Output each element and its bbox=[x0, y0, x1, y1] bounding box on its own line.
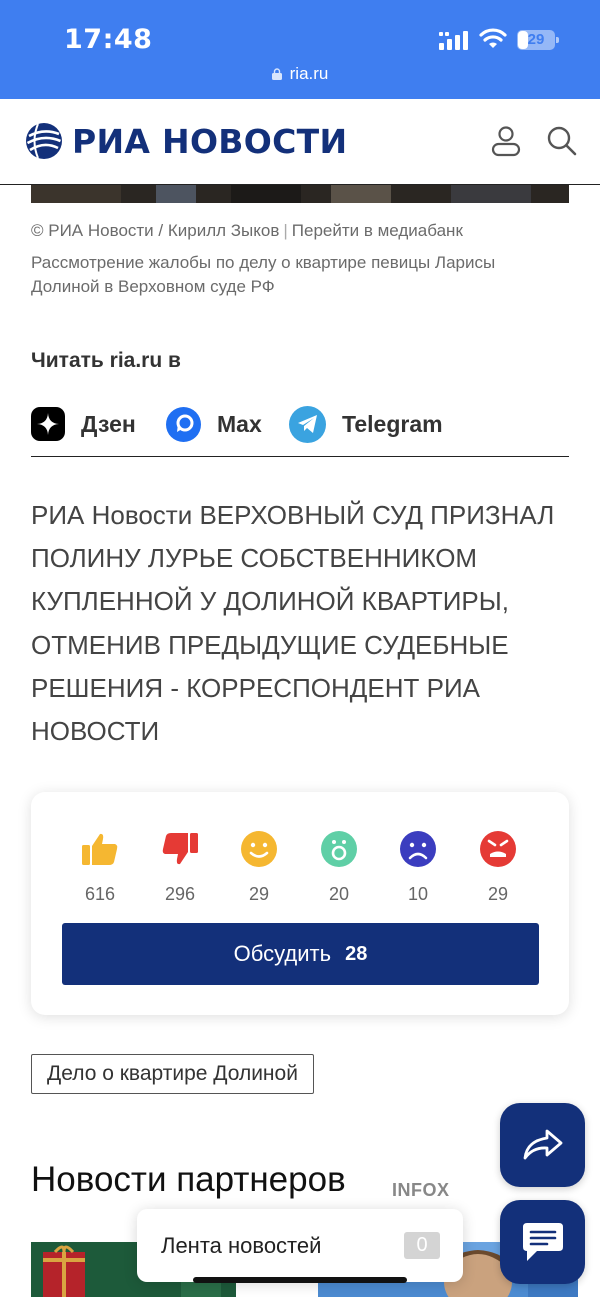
reaction-count: 29 bbox=[248, 884, 270, 904]
dzen-icon bbox=[31, 407, 65, 441]
address-bar[interactable]: ria.ru bbox=[0, 64, 600, 84]
logo-wordmark: РИА НОВОСТИ bbox=[72, 121, 348, 161]
channel-telegram[interactable]: Telegram bbox=[289, 405, 443, 443]
ria-globe-icon bbox=[26, 123, 62, 159]
reaction-like[interactable]: 616 bbox=[70, 830, 130, 905]
wifi-icon bbox=[479, 28, 507, 48]
sad-icon bbox=[399, 830, 437, 868]
story-tag[interactable]: Дело о квартире Долиной bbox=[31, 1054, 314, 1094]
home-indicator bbox=[193, 1277, 407, 1283]
channel-links: Дзен Max Telegram bbox=[31, 405, 569, 457]
partners-title: Новости партнеров bbox=[31, 1160, 346, 1199]
chat-button[interactable] bbox=[500, 1200, 585, 1284]
share-icon bbox=[523, 1129, 562, 1160]
read-in-title: Читать ria.ru в bbox=[31, 349, 181, 372]
status-time: 17:48 bbox=[64, 24, 153, 55]
reaction-dislike[interactable]: 296 bbox=[150, 830, 210, 905]
channel-label: Telegram bbox=[342, 410, 443, 437]
partners-source[interactable]: INFOX bbox=[392, 1180, 450, 1201]
news-feed-button[interactable]: Лента новостей 0 bbox=[137, 1209, 463, 1282]
cellular-signal-icon bbox=[439, 31, 468, 50]
mediabank-link[interactable]: Перейти в медиабанк bbox=[292, 221, 463, 240]
reaction-count: 29 bbox=[487, 884, 509, 904]
battery-level: 29 bbox=[527, 31, 545, 48]
reaction-surprised[interactable]: 20 bbox=[309, 830, 369, 905]
status-bar: 17:48 29 ria.ru bbox=[0, 0, 600, 99]
surprised-icon bbox=[320, 830, 358, 868]
article-photo[interactable] bbox=[31, 185, 569, 203]
reaction-sad[interactable]: 10 bbox=[388, 830, 448, 905]
channel-dzen[interactable]: Дзен bbox=[31, 406, 136, 442]
channel-max[interactable]: Max bbox=[166, 406, 262, 442]
max-icon bbox=[166, 406, 201, 442]
search-icon[interactable] bbox=[546, 125, 578, 157]
chat-icon bbox=[522, 1223, 563, 1261]
reactions-card: 616 296 29 20 10 29 Обсудить 28 bbox=[31, 792, 569, 1015]
reaction-smile[interactable]: 29 bbox=[229, 830, 289, 905]
channel-label: Max bbox=[217, 410, 262, 437]
news-feed-label: Лента новостей bbox=[161, 1233, 322, 1258]
channel-label: Дзен bbox=[81, 410, 136, 437]
lock-icon bbox=[271, 68, 282, 80]
discuss-count: 28 bbox=[345, 942, 368, 965]
discuss-label: Обсудить bbox=[233, 941, 332, 966]
user-icon[interactable] bbox=[490, 125, 522, 157]
share-button[interactable] bbox=[500, 1103, 585, 1187]
reaction-count: 296 bbox=[164, 884, 196, 904]
photo-credit-text: © РИА Новости / Кирилл Зыков bbox=[31, 221, 280, 240]
reaction-count: 616 bbox=[84, 884, 116, 904]
discuss-button[interactable]: Обсудить 28 bbox=[62, 923, 539, 985]
article-lead: РИА Новости ВЕРХОВНЫЙ СУД ПРИЗНАЛ ПОЛИНУ… bbox=[31, 500, 555, 747]
thumbs-up-icon bbox=[81, 830, 119, 868]
photo-caption: Рассмотрение жалобы по делу о квартире п… bbox=[31, 253, 496, 296]
photo-credit: © РИА Новости / Кирилл Зыков | Перейти в м… bbox=[31, 221, 463, 240]
url-text: ria.ru bbox=[289, 64, 329, 83]
news-feed-count: 0 bbox=[404, 1232, 440, 1259]
thumbs-down-icon bbox=[161, 830, 199, 868]
telegram-icon bbox=[289, 405, 326, 443]
angry-icon bbox=[479, 830, 517, 868]
battery-indicator: 29 bbox=[517, 30, 559, 50]
smile-icon bbox=[240, 830, 278, 868]
reaction-count: 10 bbox=[407, 884, 429, 904]
site-logo[interactable]: РИА НОВОСТИ bbox=[25, 121, 347, 161]
reaction-count: 20 bbox=[328, 884, 350, 904]
reaction-angry[interactable]: 29 bbox=[468, 830, 528, 905]
